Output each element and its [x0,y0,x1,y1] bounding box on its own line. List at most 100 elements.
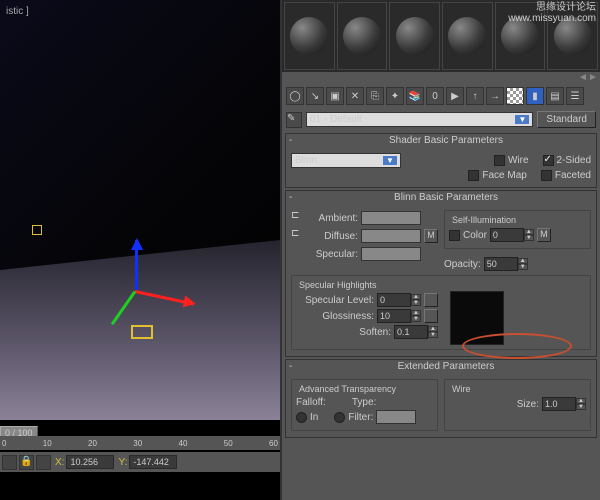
opacity-label: Opacity: [444,259,481,270]
lock-icon[interactable]: 🔒 [19,455,34,470]
xy-plane-handle[interactable] [131,325,153,339]
ambient-lock-icon[interactable]: ⊏ [291,210,307,226]
wire-checkbox[interactable] [494,155,505,166]
go-to-parent-button[interactable]: ↑ [466,87,484,105]
show-end-result-button[interactable]: ▶ [446,87,464,105]
type-filter-radio[interactable] [334,412,345,423]
diffuse-lock-icon[interactable]: ⊏ [291,228,307,244]
tick: 20 [88,439,97,448]
sample-scroll[interactable]: ◄► [282,72,600,84]
rollout-title: Extended Parameters [299,361,593,372]
spec-level-spinner[interactable]: ▲▼ [377,293,421,307]
go-forward-button[interactable]: → [486,87,504,105]
diffuse-map-button[interactable]: M [424,229,438,243]
gloss-label: Glossiness: [322,311,374,322]
y-axis-icon[interactable] [111,291,136,325]
soften-spinner[interactable]: ▲▼ [394,325,438,339]
material-name-combo[interactable]: 01 - Default ▼ [306,112,533,127]
scroll-left-icon[interactable]: ◄ [578,72,588,84]
x-coord-field[interactable]: 10.256 [66,455,114,469]
put-to-library-button[interactable]: 📚 [406,87,424,105]
material-slot[interactable] [284,2,335,70]
self-illum-title: Self-Illumination [449,215,519,225]
get-material-button[interactable]: ◯ [286,87,304,105]
collapse-icon[interactable]: - [289,361,299,372]
spec-level-map-button[interactable] [424,293,438,307]
assign-to-selection-button[interactable]: ▣ [326,87,344,105]
diffuse-label: Diffuse: [310,231,358,242]
gloss-spinner[interactable]: ▲▼ [377,309,421,323]
timeline-ruler[interactable]: 0 10 20 30 40 50 60 [0,436,280,450]
rollout-header[interactable]: - Extended Parameters [286,360,596,373]
blinn-basic-rollout: - Blinn Basic Parameters ⊏ Ambient: ⊏ Di… [285,190,597,357]
rollout-title: Shader Basic Parameters [299,135,593,146]
make-copy-button[interactable]: ⎘ [366,87,384,105]
selection-bracket [32,225,42,235]
two-sided-label: 2-Sided [557,155,591,166]
ambient-label: Ambient: [310,213,358,224]
self-illum-map-button[interactable]: M [537,228,551,242]
face-map-checkbox[interactable] [468,170,479,181]
shader-basic-rollout: - Shader Basic Parameters Blinn ▼ Wire 2… [285,133,597,188]
viewport-perspective[interactable]: istic ] [0,0,280,420]
collapse-icon[interactable]: - [289,135,299,146]
make-unique-button[interactable]: ✦ [386,87,404,105]
z-axis-icon[interactable] [135,240,141,290]
tick: 10 [43,439,52,448]
rollout-header[interactable]: - Shader Basic Parameters [286,134,596,147]
rollout-header[interactable]: - Blinn Basic Parameters [286,191,596,204]
reset-map-button[interactable]: ✕ [346,87,364,105]
filter-label: Filter: [348,412,373,423]
material-toolbar: ◯ ↘ ▣ ✕ ⎘ ✦ 📚 0 ▶ ↑ → ▮ ▤ ☰ [282,84,600,108]
ambient-color-swatch[interactable] [361,211,421,225]
color-label: Color [463,230,487,241]
y-coord-field[interactable]: -147.442 [129,455,177,469]
show-map-in-viewport-button[interactable] [506,87,524,105]
face-map-label: Face Map [482,170,526,181]
x-axis-icon[interactable] [135,290,194,305]
diffuse-color-swatch[interactable] [361,229,421,243]
material-slot[interactable] [389,2,440,70]
put-to-scene-button[interactable]: ↘ [306,87,324,105]
faceted-checkbox[interactable] [541,170,552,181]
material-id-button[interactable]: 0 [426,87,444,105]
material-slot[interactable] [442,2,493,70]
adv-transparency-group: Advanced Transparency Falloff: Type: In … [291,379,438,431]
snap-icon[interactable] [36,455,51,470]
eyedropper-icon[interactable]: ✎ [286,112,302,128]
specular-label: Specular: [310,249,358,260]
two-sided-checkbox[interactable] [543,155,554,166]
chevron-down-icon[interactable]: ▼ [515,115,529,124]
transform-gizmo[interactable] [85,240,205,360]
wire-label: Wire [508,155,529,166]
spec-hl-title: Specular Highlights [296,280,380,290]
material-sphere-icon [343,17,381,55]
watermark: 思缘设计论坛www.missyuan.com [508,2,596,24]
collapse-icon[interactable]: - [289,192,299,203]
falloff-in-radio[interactable] [296,412,307,423]
self-illum-spinner[interactable]: ▲▼ [490,228,534,242]
wire-group: Wire Size: ▲▼ [444,379,591,431]
type-label: Type: [352,397,376,408]
scroll-right-icon[interactable]: ► [588,72,598,84]
tick: 60 [269,439,278,448]
select-by-material-button[interactable]: ☰ [566,87,584,105]
wire-size-label: Size: [517,399,539,410]
specular-color-swatch[interactable] [361,247,421,261]
chevron-down-icon[interactable]: ▼ [383,156,397,165]
wire-size-spinner[interactable]: ▲▼ [542,397,586,411]
material-slot[interactable] [337,2,388,70]
filter-color-swatch[interactable] [376,410,416,424]
options-button[interactable]: ▤ [546,87,564,105]
viewport-pane: istic ] 0 / 100 0 10 20 30 40 50 60 🔒 X:… [0,0,280,500]
tick: 30 [133,439,142,448]
background-button[interactable]: ▮ [526,87,544,105]
selection-lock-icon[interactable] [2,455,17,470]
shader-type-combo[interactable]: Blinn ▼ [291,153,401,168]
rollout-title: Blinn Basic Parameters [299,192,593,203]
color-checkbox[interactable] [449,230,460,241]
gloss-map-button[interactable] [424,309,438,323]
material-type-button[interactable]: Standard [537,111,596,128]
opacity-spinner[interactable]: ▲▼ [484,257,528,271]
tick: 50 [224,439,233,448]
